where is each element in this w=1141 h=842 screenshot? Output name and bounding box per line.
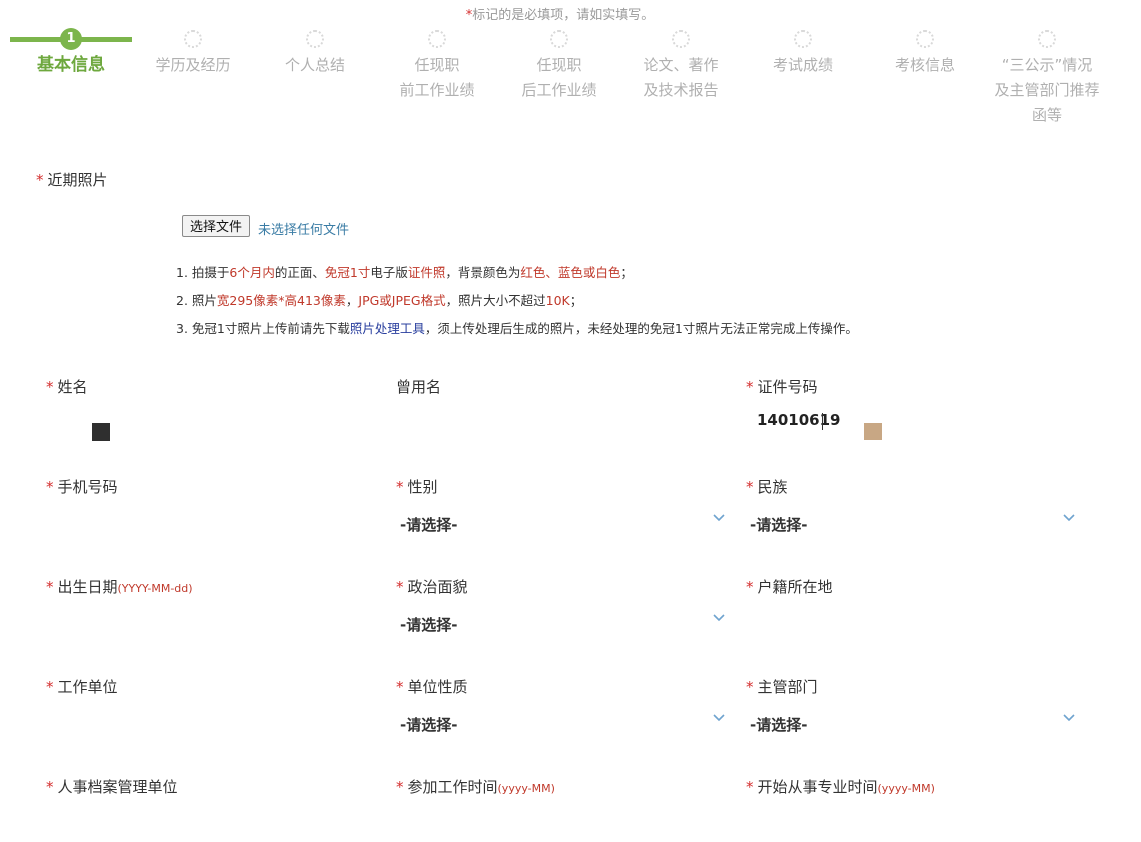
step-label: 个人总结 xyxy=(284,56,345,74)
step-dot-icon xyxy=(306,30,324,48)
birth-date-input[interactable] xyxy=(46,614,346,640)
step-dot-icon xyxy=(1038,30,1056,48)
redacted-mark xyxy=(864,423,882,440)
label-name: * 姓名 xyxy=(46,378,88,396)
gender-select-value: -请选择- xyxy=(400,516,458,534)
archive-unit-input[interactable] xyxy=(46,812,346,838)
choose-file-button[interactable]: 选择文件 xyxy=(182,215,251,237)
step-number-badge: 1 xyxy=(60,28,82,50)
step-dot-icon xyxy=(794,30,812,48)
photo-label: * 近期照片 xyxy=(36,171,108,189)
progress-steps: 1 基本信息 学历及经历 个人总结 任现职 前工作业绩 任现职 后工作业绩 论文、著… xyxy=(10,26,1122,136)
employer-input[interactable] xyxy=(46,714,346,740)
step-label: 考试成绩 xyxy=(772,56,833,74)
name-input[interactable] xyxy=(46,414,346,440)
photo-rules: 1. 拍摄于6个月内的正面、免冠1寸电子版证件照，背景颜色为红色、蓝色或白色； … xyxy=(176,262,858,346)
photo-rule-3: 3. 免冠1寸照片上传前请先下载照片处理工具，须上传处理后生成的照片，未经处理的… xyxy=(176,321,858,336)
chevron-down-icon xyxy=(1063,514,1075,522)
id-number-input[interactable]: 14010619 xyxy=(757,411,841,429)
authority-select-value: -请选择- xyxy=(750,716,808,734)
step-dot-icon xyxy=(550,30,568,48)
gender-select[interactable]: -请选择- xyxy=(396,511,726,537)
profession-start-input[interactable] xyxy=(746,812,1046,838)
file-status: 未选择任何文件 xyxy=(258,223,350,238)
label-profession-start: * 开始从事专业时间(yyyy-MM) xyxy=(746,778,935,796)
employer-type-select[interactable]: -请选择- xyxy=(396,711,726,737)
chevron-down-icon xyxy=(713,614,725,622)
label-employer-type: * 单位性质 xyxy=(396,678,468,696)
label-id-number: * 证件号码 xyxy=(746,378,818,396)
work-start-input[interactable] xyxy=(396,812,696,838)
label-archive-unit: * 人事档案管理单位 xyxy=(46,778,178,796)
phone-input[interactable] xyxy=(46,514,346,540)
notice-text: 标记的是必填项，请如实填写。 xyxy=(472,8,655,23)
label-former-name: 曾用名 xyxy=(396,378,442,396)
former-name-input[interactable] xyxy=(396,414,696,440)
redacted-mark xyxy=(92,423,110,441)
chevron-down-icon xyxy=(713,714,725,722)
authority-select[interactable]: -请选择- xyxy=(746,711,1076,737)
required-notice: *标记的是必填项，请如实填写。 xyxy=(0,4,1120,23)
label-gender: * 性别 xyxy=(396,478,438,496)
step-label: 学历及经历 xyxy=(155,56,231,74)
political-select-value: -请选择- xyxy=(400,616,458,634)
chevron-down-icon xyxy=(1063,714,1075,722)
label-work-start: * 参加工作时间(yyyy-MM) xyxy=(396,778,555,796)
step-label: 考核信息 xyxy=(894,56,955,74)
label-ethnicity: * 民族 xyxy=(746,478,788,496)
step-dot-icon xyxy=(428,30,446,48)
step-label: 任现职 前工作业绩 xyxy=(399,56,475,99)
photo-tool-link[interactable]: 照片处理工具 xyxy=(350,321,425,336)
step-dot-icon xyxy=(916,30,934,48)
step-label: 论文、著作 及技术报告 xyxy=(643,56,719,99)
step-label: 任现职 后工作业绩 xyxy=(521,56,597,99)
step-label: 基本信息 xyxy=(37,55,105,75)
employer-type-select-value: -请选择- xyxy=(400,716,458,734)
step-dot-icon xyxy=(184,30,202,48)
ethnicity-select-value: -请选择- xyxy=(750,516,808,534)
ethnicity-select[interactable]: -请选择- xyxy=(746,511,1076,537)
label-authority: * 主管部门 xyxy=(746,678,818,696)
chevron-down-icon xyxy=(713,514,725,522)
label-household: * 户籍所在地 xyxy=(746,578,833,596)
step-dot-icon xyxy=(672,30,690,48)
text-caret xyxy=(822,413,823,430)
label-political: * 政治面貌 xyxy=(396,578,468,596)
label-employer: * 工作单位 xyxy=(46,678,118,696)
label-birth-date: * 出生日期(YYYY-MM-dd) xyxy=(46,578,193,596)
label-phone: * 手机号码 xyxy=(46,478,118,496)
household-input[interactable] xyxy=(746,614,1046,640)
photo-rule-1: 1. 拍摄于6个月内的正面、免冠1寸电子版证件照，背景颜色为红色、蓝色或白色； xyxy=(176,265,633,280)
step-label: “三公示”情况 及主管部门推荐 函等 xyxy=(994,56,1100,124)
political-select[interactable]: -请选择- xyxy=(396,611,726,637)
photo-rule-2: 2. 照片宽295像素*高413像素，JPG或JPEG格式，照片大小不超过10K… xyxy=(176,293,583,308)
